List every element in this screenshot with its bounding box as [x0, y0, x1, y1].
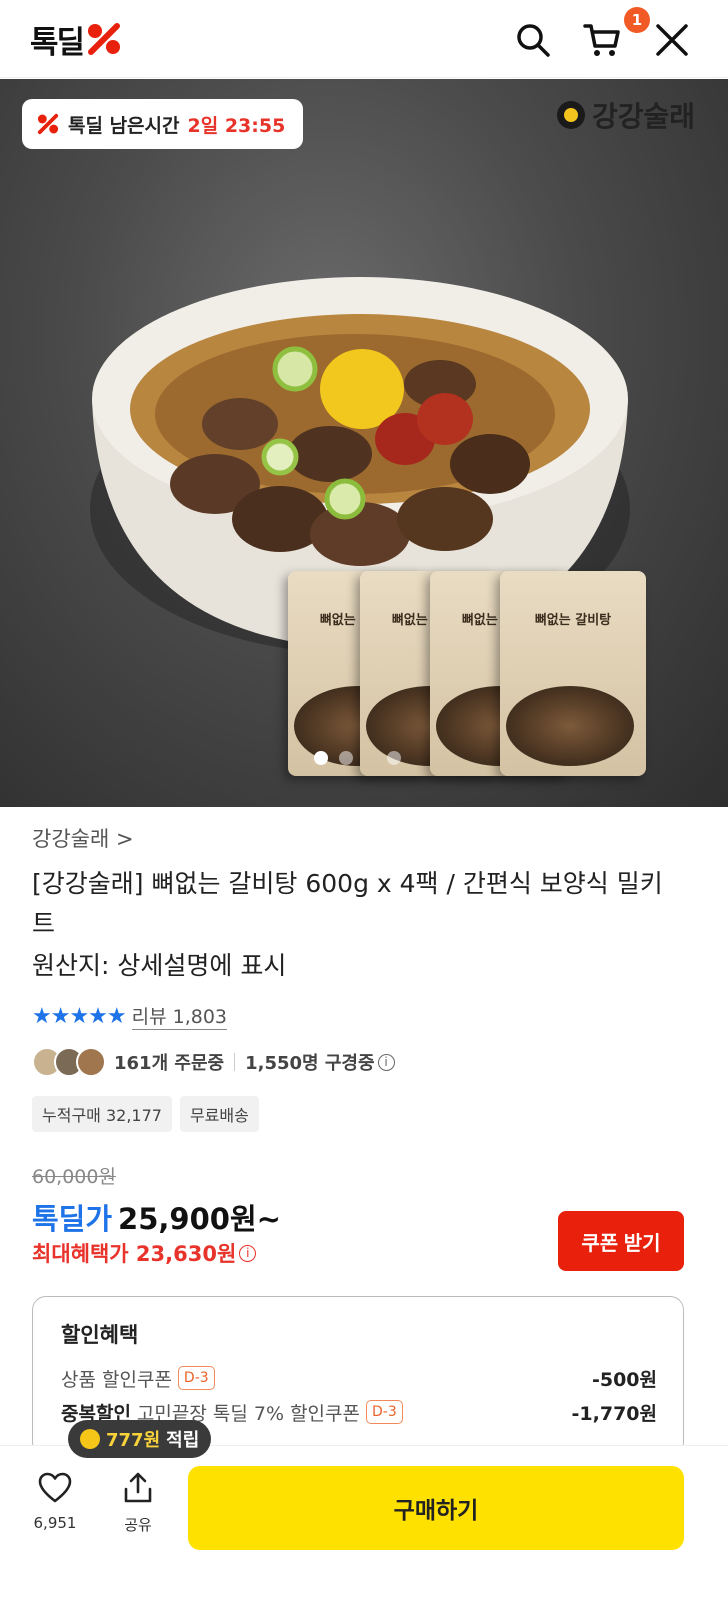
product-origin: 원산지: 상세설명에 표시: [32, 951, 287, 980]
tag-free-shipping: 무료배송: [179, 1096, 259, 1132]
buy-button[interactable]: 구매하기: [188, 1466, 684, 1550]
points-reward-pill: 777원 적립: [68, 1420, 212, 1458]
coin-icon: [80, 1429, 100, 1449]
browsing-count: 1,550명 구경중: [245, 1053, 375, 1074]
product-title: [강강술래] 뼈없는 갈비탕 600g x 4팩 / 간편식 보양식 밀키트: [32, 869, 663, 938]
product-pack-4: 뼈없는 갈비탕: [500, 571, 646, 776]
point-label: 적립: [166, 1430, 200, 1451]
star-rating-icon: ★★★★★: [32, 1003, 127, 1029]
point-amount: 777원: [106, 1430, 161, 1451]
cart-icon[interactable]: [582, 20, 622, 60]
brand-emblem-icon: [557, 101, 585, 129]
deal-label: 톡딜가: [32, 1202, 113, 1236]
deal-price: 25,900원~: [118, 1202, 281, 1236]
social-proof-row: 161개 주문중 1,550명 구경중 i: [32, 1044, 395, 1080]
logo-text: 톡딜: [30, 24, 85, 61]
carousel-dot-3[interactable]: [387, 751, 401, 765]
top-header: 톡딜 1: [0, 0, 728, 78]
like-count: 6,951: [33, 1514, 77, 1532]
buyer-avatar: [76, 1047, 106, 1077]
divider: [234, 1053, 236, 1071]
deal-timer-badge: 톡딜 남은시간 2일 23:55: [22, 99, 304, 149]
review-link[interactable]: 리뷰 1,803: [131, 1002, 228, 1030]
share-button[interactable]: 공유: [108, 1472, 168, 1535]
get-coupon-button[interactable]: 쿠폰 받기: [558, 1211, 684, 1271]
max-benefit-price: 최대혜택가 23,630원: [32, 1242, 237, 1266]
percent-icon: [37, 113, 59, 135]
share-label: 공유: [124, 1516, 152, 1534]
brand-mark-text: 강강술래: [592, 100, 696, 133]
share-icon: [124, 1472, 152, 1503]
deal-price-row: 톡딜가 25,900원~: [32, 1196, 281, 1238]
ordering-count: 161개 주문중: [114, 1053, 225, 1074]
seller-link[interactable]: 강강술래 >: [32, 823, 134, 853]
talkdeal-logo[interactable]: 톡딜: [30, 19, 123, 61]
info-icon[interactable]: i: [377, 1053, 395, 1071]
rating-row[interactable]: ★★★★★ 리뷰 1,803: [32, 1002, 228, 1030]
benefit-name: 상품 할인쿠폰: [61, 1368, 172, 1391]
benefit-amount: -500원: [591, 1368, 657, 1391]
search-icon[interactable]: [513, 20, 553, 60]
benefit-amount: -1,770원: [571, 1402, 657, 1425]
dday-badge: D-3: [365, 1400, 403, 1424]
timer-value: 2일 23:55: [187, 114, 286, 137]
heart-icon: [38, 1472, 72, 1503]
timer-label: 톡딜 남은시간: [68, 114, 180, 137]
carousel-dot-2[interactable]: [339, 751, 353, 765]
original-price: 60,000원: [32, 1166, 116, 1188]
percent-logo-icon: [88, 23, 121, 55]
tag-cumulative-purchases: 누적구매 32,177: [32, 1096, 172, 1132]
close-icon[interactable]: [652, 20, 692, 60]
product-tags: 누적구매 32,177 무료배송: [32, 1096, 259, 1132]
benefits-title: 할인혜택: [61, 1323, 139, 1347]
max-benefit-row[interactable]: 최대혜택가 23,630원 i: [32, 1238, 257, 1268]
benefit-row-product-coupon: 상품 할인쿠폰 D-3 -500원: [61, 1363, 657, 1393]
brand-watermark: 강강술래: [556, 95, 695, 135]
carousel-dot-1[interactable]: [314, 751, 328, 765]
dday-badge: D-3: [177, 1366, 215, 1390]
product-image-carousel[interactable]: 톡딜 남은시간 2일 23:55 강강술래 뼈없는 갈비탕 뼈없는 갈비탕 뼈없…: [0, 79, 728, 807]
like-button[interactable]: 6,951: [25, 1472, 85, 1532]
cart-count-badge: 1: [624, 7, 650, 33]
info-icon[interactable]: i: [239, 1244, 257, 1262]
